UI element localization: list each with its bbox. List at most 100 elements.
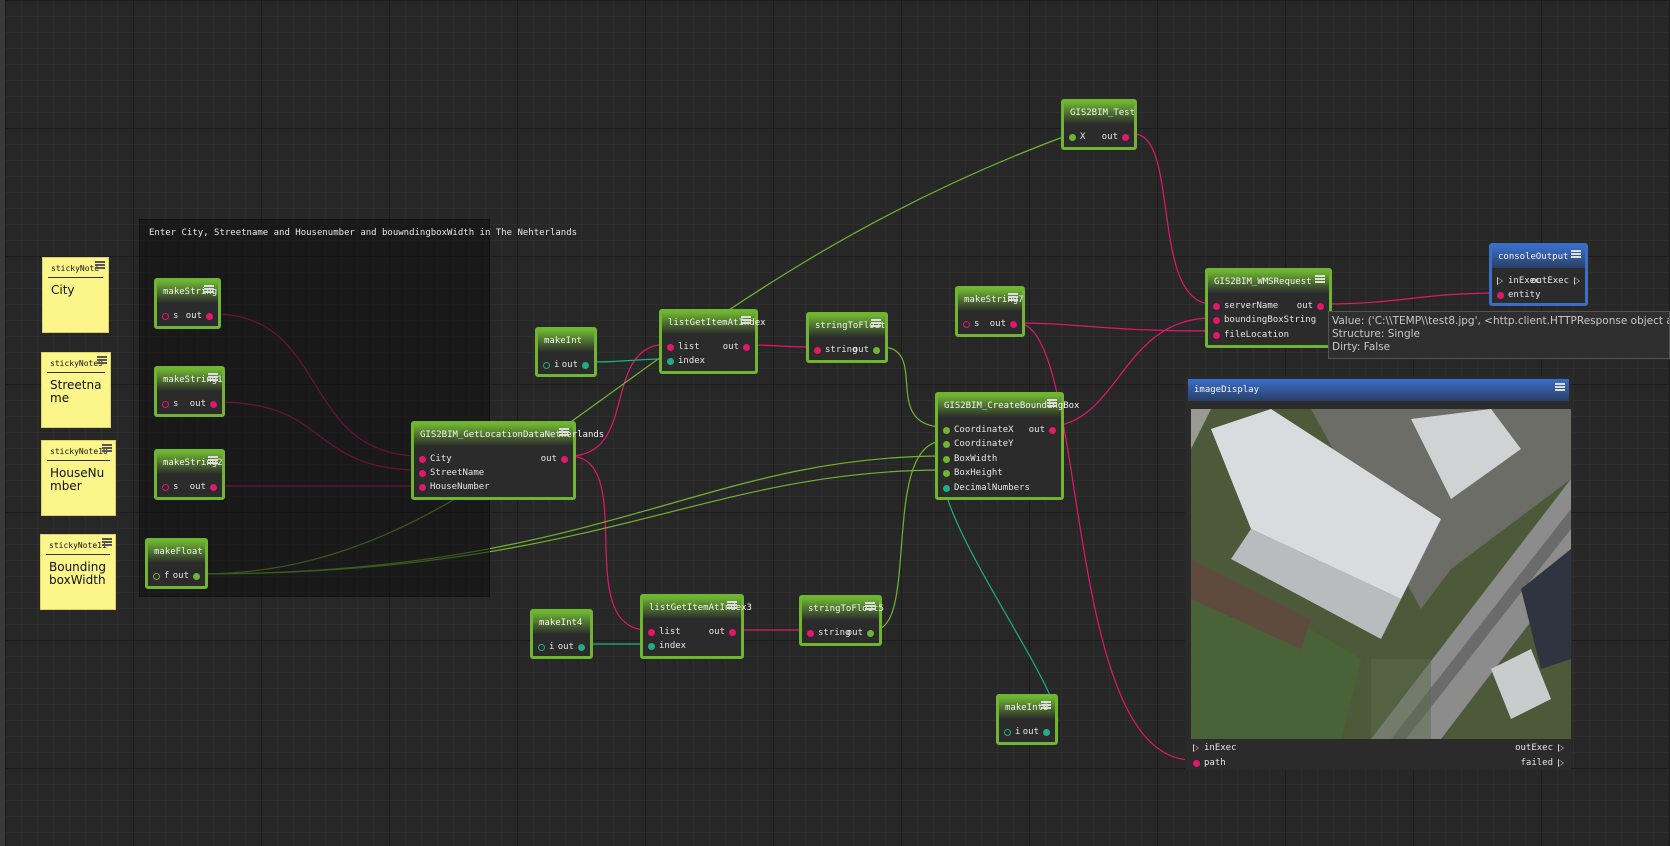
exec-input-port[interactable]	[1497, 277, 1503, 285]
node-makestring2[interactable]: makeString2 s out	[154, 449, 225, 500]
menu-icon[interactable]	[95, 261, 105, 269]
menu-icon[interactable]	[1008, 293, 1018, 301]
node-makefloat[interactable]: makeFloat f out	[145, 538, 208, 589]
node-string-to-float[interactable]: stringToFloat string out	[806, 312, 888, 363]
sticky-note-housenumber[interactable]: stickyNote10 HouseNumber	[41, 440, 116, 516]
input-port-coordinatey[interactable]	[943, 441, 950, 448]
node-image-display[interactable]: imageDisplay inExec outExec path failed	[1185, 376, 1572, 770]
input-port-housenumber[interactable]	[419, 484, 426, 491]
menu-icon[interactable]	[208, 373, 218, 381]
output-port[interactable]	[206, 313, 213, 320]
output-port[interactable]	[743, 344, 750, 351]
input-port-coordinatex[interactable]	[943, 427, 950, 434]
node-title: makeInt4	[533, 612, 590, 634]
output-port[interactable]	[582, 362, 589, 369]
node-makestring7[interactable]: makeString7 s out	[955, 286, 1025, 337]
sticky-note-streetname[interactable]: stickyNote9 Streetname	[41, 352, 111, 428]
node-list-get-item-at-index[interactable]: listGetItemAtIndex list out index	[659, 309, 766, 374]
input-port[interactable]	[814, 347, 821, 354]
output-port[interactable]	[1010, 321, 1017, 328]
menu-icon[interactable]	[871, 319, 881, 327]
port-label: serverName	[1224, 301, 1279, 311]
menu-icon[interactable]	[204, 285, 214, 293]
output-port[interactable]	[210, 401, 217, 408]
port-label: s	[173, 399, 179, 409]
node-makestring1[interactable]: makeString1 s out	[154, 366, 225, 417]
node-title: GIS2BIM_Test	[1064, 102, 1135, 124]
port-label: outExec	[1515, 743, 1553, 753]
input-port[interactable]	[162, 313, 169, 320]
canvas-left-edge	[0, 0, 5, 846]
output-port[interactable]	[561, 456, 568, 463]
menu-icon[interactable]	[559, 428, 569, 436]
node-makeint6[interactable]: makeInt6 i out	[996, 694, 1058, 745]
output-port[interactable]	[1049, 427, 1056, 434]
menu-icon[interactable]	[97, 356, 107, 364]
menu-icon[interactable]	[727, 601, 737, 609]
input-port[interactable]	[543, 362, 550, 369]
menu-icon[interactable]	[1047, 399, 1057, 407]
node-string-to-float5[interactable]: stringToFloat5 string out	[799, 595, 884, 646]
wire	[873, 440, 945, 631]
input-port-boxwidth[interactable]	[943, 456, 950, 463]
output-port[interactable]	[1122, 134, 1129, 141]
input-port-city[interactable]	[419, 456, 426, 463]
input-port[interactable]	[963, 321, 970, 328]
node-gis2bim-test[interactable]: GIS2BIM_Test X out	[1061, 99, 1137, 150]
input-port-boundingboxstring[interactable]	[1213, 317, 1220, 324]
port-label: i	[549, 642, 555, 652]
output-port[interactable]	[867, 630, 874, 637]
output-port[interactable]	[873, 347, 880, 354]
menu-icon[interactable]	[1571, 250, 1581, 258]
port-label: list	[659, 627, 681, 637]
sticky-note-city[interactable]: stickyNote City	[42, 257, 109, 333]
input-port-entity[interactable]	[1497, 292, 1504, 299]
output-port[interactable]	[729, 629, 736, 636]
menu-icon[interactable]	[1315, 275, 1325, 283]
input-port-boxheight[interactable]	[943, 470, 950, 477]
failed-output-port[interactable]	[1558, 759, 1564, 767]
input-port-index[interactable]	[648, 643, 655, 650]
output-port[interactable]	[210, 484, 217, 491]
input-port-decimalnumbers[interactable]	[943, 485, 950, 492]
output-port[interactable]	[193, 573, 200, 580]
node-create-bounding-box[interactable]: GIS2BIM_CreateBoundingBox CoordinateX ou…	[935, 392, 1079, 500]
menu-icon[interactable]	[102, 538, 112, 546]
menu-icon[interactable]	[741, 316, 751, 324]
exec-input-port[interactable]	[1193, 744, 1199, 752]
input-port-index[interactable]	[667, 358, 674, 365]
node-makeint[interactable]: makeInt i out	[535, 327, 597, 377]
input-port-servername[interactable]	[1213, 303, 1220, 310]
node-console-output[interactable]: consoleOutput inExec outExec entity	[1489, 243, 1588, 306]
menu-icon[interactable]	[1041, 701, 1051, 709]
menu-icon[interactable]	[1555, 383, 1565, 391]
output-port[interactable]	[1317, 303, 1324, 310]
input-port[interactable]	[1069, 134, 1076, 141]
input-port[interactable]	[162, 401, 169, 408]
node-makeint4[interactable]: makeInt4 i out	[530, 609, 593, 659]
node-title: makeInt	[538, 330, 594, 352]
port-label: s	[173, 311, 179, 321]
node-makestring[interactable]: makeString s out	[154, 278, 221, 329]
menu-icon[interactable]	[102, 444, 112, 452]
output-port[interactable]	[1043, 729, 1050, 736]
output-port[interactable]	[578, 644, 585, 651]
input-port[interactable]	[153, 573, 160, 580]
node-wms-request[interactable]: GIS2BIM_WMSRequest serverName out boundi…	[1205, 268, 1332, 348]
input-port[interactable]	[538, 644, 545, 651]
node-get-location-data[interactable]: GIS2BIM_GetLocationDataNetherlands City …	[411, 421, 604, 500]
input-port[interactable]	[162, 484, 169, 491]
input-port-path[interactable]	[1193, 760, 1200, 767]
node-list-get-item-at-index3[interactable]: listGetItemAtIndex3 list out index	[640, 594, 752, 659]
input-port[interactable]	[1004, 729, 1011, 736]
input-port-streetname[interactable]	[419, 470, 426, 477]
sticky-note-boundingboxwidth[interactable]: stickyNote11 BoundingboxWidth	[40, 534, 116, 610]
exec-output-port[interactable]	[1574, 277, 1580, 285]
menu-icon[interactable]	[208, 456, 218, 464]
input-port-list[interactable]	[667, 344, 674, 351]
menu-icon[interactable]	[865, 602, 875, 610]
input-port-filelocation[interactable]	[1213, 332, 1220, 339]
input-port[interactable]	[807, 630, 814, 637]
exec-output-port[interactable]	[1558, 744, 1564, 752]
input-port-list[interactable]	[648, 629, 655, 636]
